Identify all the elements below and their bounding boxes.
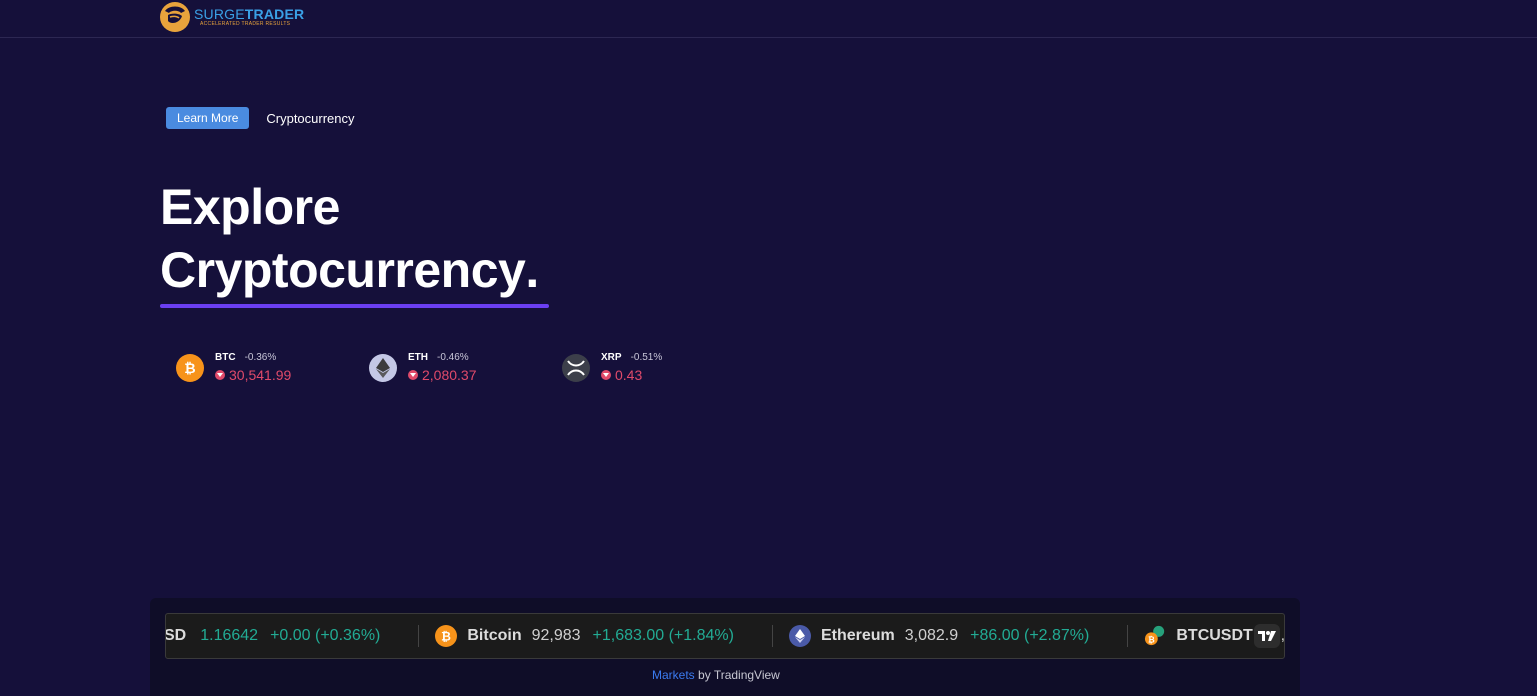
title-underline bbox=[160, 304, 549, 308]
ticker-name: Bitcoin bbox=[467, 627, 522, 644]
tradingview-logo-icon[interactable] bbox=[1254, 624, 1280, 648]
coin-symbol: ETH bbox=[408, 352, 428, 363]
coin-price: 2,080.37 bbox=[422, 367, 477, 383]
coin-symbol: XRP bbox=[601, 352, 622, 363]
breadcrumb-current: Cryptocurrency bbox=[266, 110, 355, 126]
svg-text:₿: ₿ bbox=[184, 361, 195, 376]
learn-more-button[interactable]: Learn More bbox=[166, 107, 250, 129]
ticker-item-ethereum[interactable]: Ethereum 3,082.9 +86.00 (+2.87%) bbox=[771, 625, 1127, 647]
svg-text:₿: ₿ bbox=[1148, 634, 1155, 644]
page-title: Explore Cryptocurrency. bbox=[160, 176, 549, 308]
title-line-2: Cryptocurrency bbox=[160, 239, 549, 308]
ethereum-icon bbox=[369, 353, 397, 382]
breadcrumb: Learn More Cryptocurrency bbox=[166, 107, 355, 129]
ticker-name: SD bbox=[165, 627, 187, 644]
coin-summary-list: ₿ BTC -0.36% 30,541.99 ETH -0.46% 2,080.37… bbox=[176, 352, 755, 383]
arrow-down-icon bbox=[601, 370, 611, 380]
arrow-down-icon bbox=[408, 370, 418, 380]
title-line-1: Explore bbox=[160, 179, 340, 235]
coin-change: -0.51% bbox=[630, 352, 663, 363]
site-header: SURGETRADER ACCELERATED TRADER RESULTS bbox=[0, 0, 1537, 38]
ticker-track: SD 1.16642 +0.00 (+0.36%) ₿ Bitcoin 92,9… bbox=[165, 614, 1284, 658]
coin-symbol: BTC bbox=[215, 352, 236, 363]
ticker-name: BTCUSDT bbox=[1176, 627, 1253, 644]
xrp-icon bbox=[562, 353, 590, 382]
coin-item-btc[interactable]: ₿ BTC -0.36% 30,541.99 bbox=[176, 352, 369, 383]
brand-name: SURGETRADER bbox=[194, 6, 305, 22]
coin-price: 30,541.99 bbox=[229, 367, 292, 383]
ticker-tape[interactable]: SD 1.16642 +0.00 (+0.36%) ₿ Bitcoin 92,9… bbox=[165, 613, 1285, 659]
coin-change: -0.46% bbox=[437, 352, 469, 363]
btcusdt-pair-icon: ₿ bbox=[1144, 625, 1166, 647]
coin-item-eth[interactable]: ETH -0.46% 2,080.37 bbox=[369, 352, 562, 383]
ticker-change: +0.00 (+0.36%) bbox=[270, 627, 381, 644]
coin-price: 0.43 bbox=[615, 367, 643, 383]
ticker-item-bitcoin[interactable]: ₿ Bitcoin 92,983 +1,683.00 (+1.84%) bbox=[418, 625, 772, 647]
attribution-suffix: by TradingView bbox=[694, 668, 780, 682]
tradingview-attribution: Markets by TradingView bbox=[652, 668, 780, 682]
bitcoin-icon: ₿ bbox=[176, 353, 204, 382]
ticker-name: Ethereum bbox=[820, 627, 895, 644]
ticker-price: 1.16642 bbox=[200, 627, 259, 644]
bitcoin-icon: ₿ bbox=[435, 625, 458, 647]
ticker-change: +1,683.00 (+1.84%) bbox=[592, 627, 734, 644]
coin-item-xrp[interactable]: XRP -0.51% 0.43 bbox=[562, 352, 755, 383]
bull-logo-icon bbox=[160, 2, 190, 32]
brand-logo[interactable]: SURGETRADER ACCELERATED TRADER RESULTS bbox=[159, 1, 304, 33]
ticker-item-eurusd[interactable]: SD 1.16642 +0.00 (+0.36%) bbox=[165, 627, 418, 645]
svg-text:₿: ₿ bbox=[441, 630, 451, 644]
markets-link[interactable]: Markets bbox=[652, 668, 695, 682]
ticker-price: 92,983 bbox=[531, 627, 581, 644]
ticker-change: +86.00 (+2.87%) bbox=[970, 627, 1090, 644]
ticker-price: 3,082.9 bbox=[904, 627, 959, 644]
ethereum-icon bbox=[788, 625, 811, 647]
arrow-down-icon bbox=[215, 370, 225, 380]
brand-tagline: ACCELERATED TRADER RESULTS bbox=[200, 21, 291, 27]
coin-change: -0.36% bbox=[244, 352, 277, 363]
